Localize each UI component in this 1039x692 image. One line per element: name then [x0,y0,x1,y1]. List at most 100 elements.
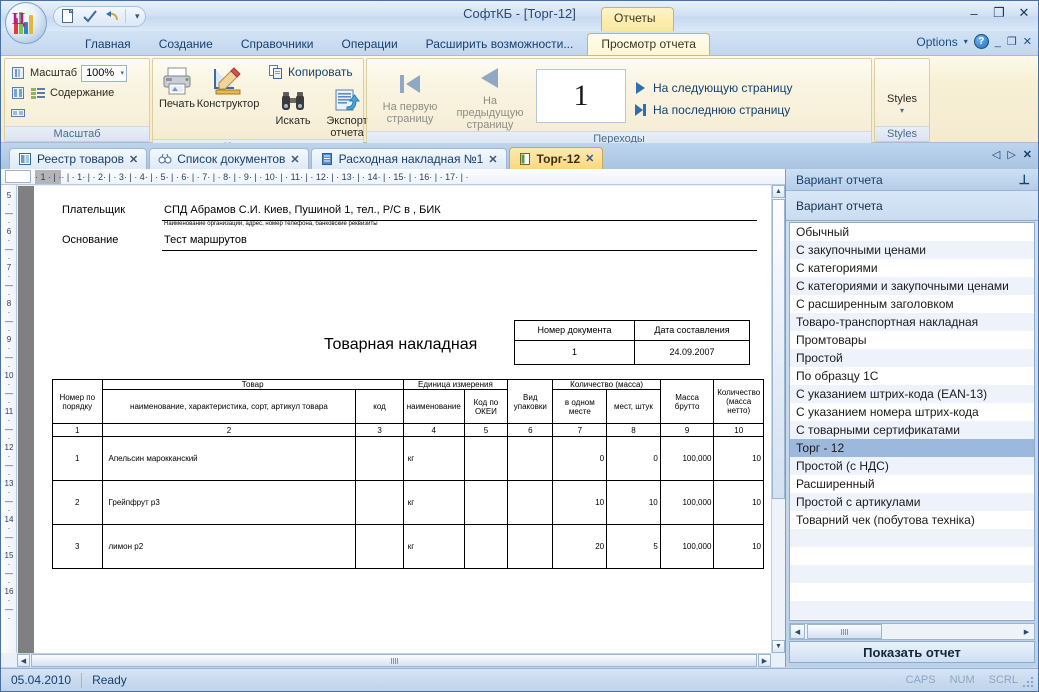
cell-pack [507,436,554,481]
copy-button[interactable]: Копировать [268,63,376,81]
doc-number-value: 1 [514,340,635,365]
zoom-combo[interactable]: 100% ▾ [81,64,128,82]
ribbon-tab-operacii[interactable]: Операции [328,34,412,55]
undo-icon[interactable] [103,8,121,25]
last-page-button[interactable]: На последнюю страницу [632,100,792,120]
ribbon-tab-glavnaya[interactable]: Главная [71,34,145,55]
search-button[interactable]: Искать [268,85,318,139]
variant-list-item[interactable]: С закупочными ценами [790,241,1034,259]
print-button[interactable]: Печать [158,62,196,110]
close-icon[interactable]: ✕ [129,153,138,166]
mdi-restore-button[interactable]: ❐ [1007,35,1017,48]
col-gross-header: Масса брутто [659,379,715,424]
variant-list-horizontal-scrollbar[interactable]: ◀ ▶ [789,623,1035,640]
scroll-down-button[interactable]: ▼ [772,640,785,653]
table-row: 2 Грейпфрут р3 кг 10 10 100,000 10 [52,480,764,525]
variant-list-item[interactable]: С указанием номера штрих-кода [790,403,1034,421]
scroll-horizontal-thumb[interactable] [31,654,757,667]
variant-scroll-thumb[interactable] [807,624,882,639]
document-tab-documents-list[interactable]: Список документов ✕ [149,148,309,169]
variant-list-item[interactable]: С указанием штрих-кода (EAN-13) [790,385,1034,403]
variant-list-item[interactable]: Торг - 12 [790,439,1034,457]
first-page-button[interactable]: На первую страницу [372,65,448,125]
variant-list-item[interactable]: С категориями и закупочными ценами [790,277,1034,295]
variant-scroll-right-button[interactable]: ▶ [1019,624,1034,639]
prev-page-icon [474,61,506,95]
variant-list-item[interactable]: Расширенный [790,475,1034,493]
document-tab-registry[interactable]: Реестр товаров ✕ [9,148,148,169]
mdi-close-button[interactable]: ✕ [1023,35,1032,48]
ribbon-tab-prosmotr-otcheta[interactable]: Просмотр отчета [587,33,710,56]
cell-code [355,524,404,569]
check-icon[interactable] [81,8,99,25]
options-arrow-icon[interactable]: ▾ [964,37,968,46]
variant-list-item[interactable]: С товарными сертификатами [790,421,1034,439]
document-tab-documents-list-label: Список документов [177,152,286,166]
scroll-vertical-thumb[interactable] [772,199,785,499]
ribbon-tab-sozdanie[interactable]: Создание [145,34,227,55]
variant-list-item[interactable]: Простой (с НДС) [790,457,1034,475]
horizontal-ruler[interactable]: · 1 · | · · | · 1 · | · 2 · | · 3 · | · … [1,169,785,185]
context-tab-reports[interactable]: Отчеты [601,7,675,31]
ribbon-tab-rasshirit[interactable]: Расширить возможности... [412,34,588,55]
scroll-up-button[interactable]: ▲ [772,185,785,198]
qat-dropdown-icon[interactable]: ▾ [135,11,140,22]
variant-list-item[interactable]: Простой [790,349,1034,367]
canvas-vertical-scrollbar[interactable]: ▲ ▼ [771,185,785,653]
app-logo-orb[interactable]: Ц [5,2,47,44]
vertical-ruler-minor-tick: · [7,452,11,461]
contents-row[interactable]: Содержание [10,84,127,102]
mdi-minimize-button[interactable]: _ [995,36,1001,48]
variant-list-item[interactable]: С расширенным заголовком [790,295,1034,313]
close-icon[interactable]: ✕ [585,152,594,165]
vertical-ruler-tick: 16 [4,587,14,596]
next-page-button[interactable]: На следующую страницу [632,78,792,98]
zoom-row[interactable]: Масштаб 100% ▾ [10,64,128,82]
quick-access-toolbar[interactable]: ▾ [53,5,146,27]
minimize-button[interactable]: – [966,6,982,21]
zoom-page-icon [10,65,26,81]
document-tab-torg12[interactable]: Торг-12 ✕ [508,147,604,169]
ruler-tick: · | · 6 [165,172,187,182]
tab-prev-icon[interactable]: ◁ [992,148,1000,161]
report-canvas[interactable]: Плательщик СПД Абрамов С.И. Киев, Пушино… [18,186,771,653]
tab-close-icon[interactable]: ✕ [1023,148,1032,161]
num-8: 8 [606,423,661,437]
scroll-right-button[interactable]: ▶ [758,654,771,667]
vertical-ruler-minor-tick: — [5,389,13,398]
help-icon[interactable]: ? [973,34,989,49]
variant-list-item[interactable]: С категориями [790,259,1034,277]
variant-list-item[interactable]: Товаро-транспортная накладная [790,313,1034,331]
variant-scroll-left-button[interactable]: ◀ [790,624,805,639]
close-icon[interactable]: ✕ [290,153,299,166]
report-variant-list[interactable]: Обычный С закупочными ценами С категориями… [789,222,1035,621]
cell-perplace: 0 [552,436,608,481]
prev-page-button[interactable]: На предыдущую страницу [448,59,532,131]
variant-list-item[interactable]: Промтовары [790,331,1034,349]
facing-pages-icon [10,105,26,121]
ruler-tick: · | · 14 [351,172,378,182]
close-button[interactable]: ✕ [1016,5,1032,21]
tab-next-icon[interactable]: ▷ [1007,148,1015,161]
vertical-ruler-minor-tick: — [5,245,13,254]
page-number-input[interactable]: 1 [536,69,626,123]
maximize-button[interactable]: ❐ [991,5,1007,21]
variant-list-item[interactable]: По образцу 1С [790,367,1034,385]
scroll-left-button[interactable]: ◀ [17,654,30,667]
pin-icon[interactable]: ⊥ [1019,172,1030,188]
styles-button[interactable]: Styles ▾ [880,71,924,117]
canvas-horizontal-scrollbar[interactable]: ◀ ▶ [17,653,771,667]
close-icon[interactable]: ✕ [488,153,497,166]
variant-list-item[interactable]: Простой с артикулами [790,493,1034,511]
show-report-button[interactable]: Показать отчет [789,641,1035,663]
variant-list-item[interactable]: Обычный [790,223,1034,241]
ribbon-tab-spravochniki[interactable]: Справочники [227,34,328,55]
new-document-icon[interactable] [59,8,77,25]
resize-grip-icon[interactable] [1023,677,1035,689]
vertical-ruler[interactable]: 5 · — · 6 · — · 7 · — · 8 · — · 9 · — · 10 · — · 11 · — · 12 · — · 13 · — ·… [1,185,17,653]
variant-list-item[interactable]: Товарний чек (побутова техніка) [790,511,1034,529]
facing-pages-row[interactable] [10,104,127,122]
document-tab-invoice[interactable]: Расходная накладная №1 ✕ [310,148,507,169]
designer-button[interactable]: Конструктор [196,62,260,110]
options-label[interactable]: Options [916,35,957,49]
